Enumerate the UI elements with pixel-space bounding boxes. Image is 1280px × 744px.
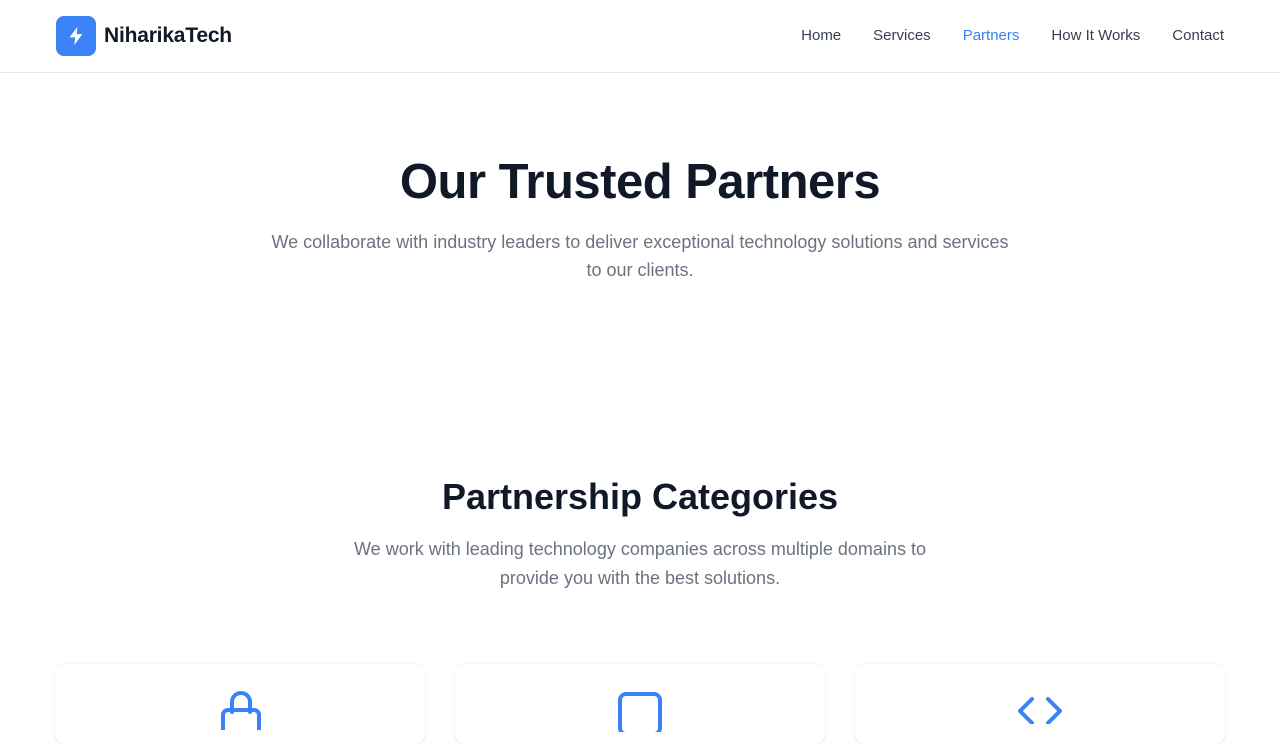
navbar: NiharikaTech Home Services Partners How …: [0, 0, 1280, 73]
square-icon: [617, 692, 663, 737]
category-card[interactable]: [55, 664, 425, 744]
brand-logo-link[interactable]: NiharikaTech: [56, 16, 232, 56]
section-subtitle: We work with leading technology companie…: [354, 539, 926, 588]
brand-name: NiharikaTech: [104, 24, 232, 47]
nav-how-it-works-link[interactable]: How It Works: [1051, 26, 1140, 46]
main-nav: Home Services Partners How It Works Cont…: [801, 26, 1224, 46]
category-card[interactable]: [855, 664, 1225, 744]
lightning-bolt-icon: [56, 16, 96, 56]
hero-title: Our Trusted Partners: [399, 155, 881, 209]
code-icon: [1016, 694, 1064, 729]
nav-contact-link[interactable]: Contact: [1172, 26, 1224, 46]
section-title: Partnership Categories: [441, 476, 839, 517]
nav-services-link[interactable]: Services: [873, 26, 931, 46]
nav-home-link[interactable]: Home: [801, 26, 841, 46]
nav-partners-link[interactable]: Partners: [963, 26, 1020, 46]
hero-subtitle: We collaborate with industry leaders to …: [271, 232, 1009, 280]
lock-icon: [219, 690, 263, 738]
category-card[interactable]: [455, 664, 825, 744]
